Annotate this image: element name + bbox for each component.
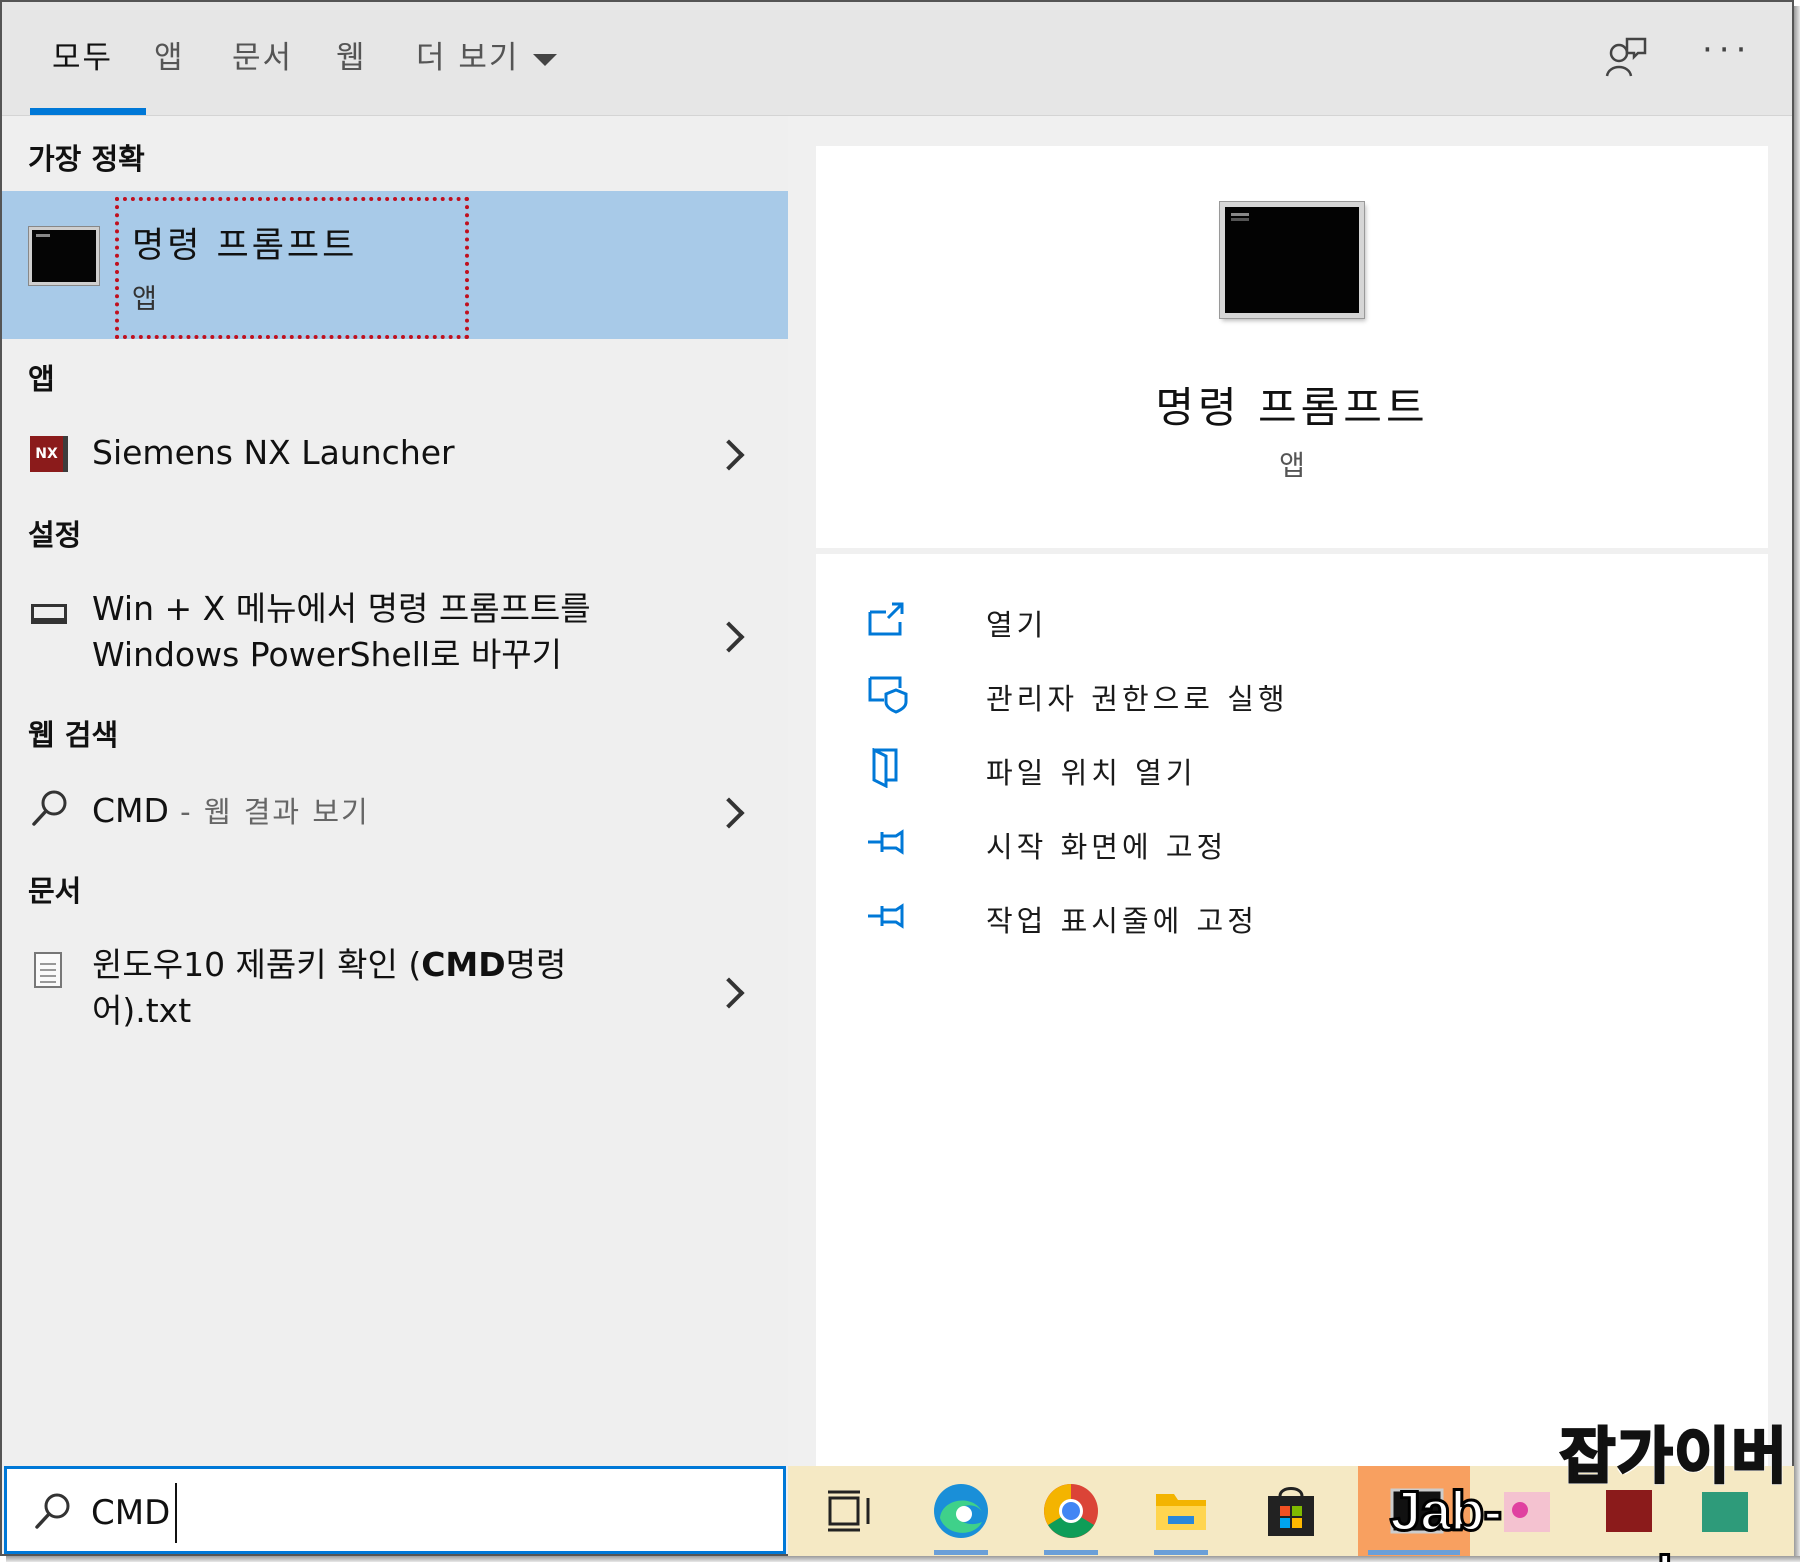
search-input[interactable] [91,1485,751,1541]
caret-down-icon [533,53,558,66]
preview-actions: 열기 관리자 권한으로 실행 파일 위치 열기 시작 화면에 고정 작업 표시줄… [816,554,1768,1466]
settings-result-line2: Windows PowerShell로 바꾸기 [92,635,563,674]
taskbar-running-indicator [934,1550,988,1555]
siemens-nx-icon: NX [30,436,68,472]
web-search-suffix: - 웹 결과 보기 [168,795,370,829]
app-result-label: Siemens NX Launcher [92,433,455,472]
web-search-text: CMD - 웹 결과 보기 [92,788,370,835]
section-web-search: 웹 검색 [28,718,119,752]
taskbar-running-indicator [1044,1550,1098,1555]
file-location-icon [872,748,898,788]
action-open-label: 열기 [986,608,1048,642]
results-pane: 가장 정확 명령 프롬프트 앱 앱 NX Siemens NX Launcher… [2,116,788,1466]
text-caret [175,1483,177,1543]
search-icon [35,1493,70,1529]
tab-apps[interactable]: 앱 [154,32,185,77]
action-run-as-admin-label: 관리자 권한으로 실행 [986,682,1289,716]
command-prompt-large-icon [1220,202,1364,318]
best-match-result[interactable]: 명령 프롬프트 앱 [2,191,788,339]
section-documents: 문서 [28,874,82,908]
text-document-icon [34,952,62,988]
admin-shield-icon [868,676,908,714]
document-name-part-end: 명령 [505,945,567,984]
document-name-part: 윈도우10 제품키 확인 ( [92,945,422,984]
active-tab-indicator [30,108,146,115]
tab-more[interactable]: 더 보기 [416,32,558,77]
settings-result-powershell[interactable]: Win + X 메뉴에서 명령 프롬프트를 Windows PowerShell… [2,586,788,682]
feedback-icon[interactable] [1605,36,1647,78]
tab-all[interactable]: 모두 [52,32,113,77]
file-explorer-icon[interactable] [1148,1478,1214,1544]
chevron-right-icon[interactable] [713,977,745,1009]
task-view-icon[interactable] [818,1478,884,1544]
more-options-icon[interactable]: ··· [1702,30,1752,70]
action-pin-to-taskbar-label: 작업 표시줄에 고정 [986,904,1258,938]
section-settings: 설정 [28,518,82,552]
preview-subtitle: 앱 [1279,449,1305,482]
settings-result-text: Win + X 메뉴에서 명령 프롬프트를 Windows PowerShell… [92,586,591,678]
search-icon [32,790,67,826]
command-prompt-icon [29,227,99,285]
app-result-siemens-nx[interactable]: NX Siemens NX Launcher [2,426,788,482]
preview-title: 명령 프롬프트 [1155,383,1429,432]
open-icon [868,602,904,636]
search-filter-tabs: 모두 앱 문서 웹 더 보기 ··· [2,2,1792,116]
tab-more-label: 더 보기 [416,40,520,76]
chevron-right-icon[interactable] [713,797,745,829]
watermark-url: Jab-guyver.co.kr [1389,1478,1711,1562]
chevron-right-icon[interactable] [713,621,745,653]
action-pin-to-start-label: 시작 화면에 고정 [986,830,1228,864]
window-shadow-right [1794,6,1800,1562]
chevron-right-icon[interactable] [713,439,745,471]
highlight-annotation [115,197,469,339]
document-result-text: 윈도우10 제품키 확인 (CMD명령 어).txt [92,942,566,1034]
tab-documents[interactable]: 문서 [232,32,293,77]
web-search-query: CMD [92,791,169,830]
edge-browser-icon[interactable] [928,1478,994,1544]
pin-icon [868,903,904,929]
search-box[interactable] [4,1466,786,1554]
section-best-match: 가장 정확 [28,142,145,176]
document-result[interactable]: 윈도우10 제품키 확인 (CMD명령 어).txt [2,942,788,1038]
document-result-line2: 어).txt [92,991,192,1030]
settings-taskbar-icon [31,604,67,624]
settings-result-line1: Win + X 메뉴에서 명령 프롬프트를 [92,589,591,628]
microsoft-store-icon[interactable] [1258,1478,1324,1544]
pin-icon [868,829,904,855]
taskbar-running-indicator [1154,1550,1208,1555]
chrome-browser-icon[interactable] [1038,1478,1104,1544]
tab-web[interactable]: 웹 [336,32,367,77]
document-name-match: CMD [421,945,506,984]
document-result-line1: 윈도우10 제품키 확인 (CMD명령 [92,942,566,988]
preview-header: 명령 프롬프트 앱 [816,146,1768,548]
section-apps: 앱 [28,362,55,396]
web-search-result[interactable]: CMD - 웹 결과 보기 [2,784,788,840]
action-open-file-location-label: 파일 위치 열기 [986,756,1197,790]
